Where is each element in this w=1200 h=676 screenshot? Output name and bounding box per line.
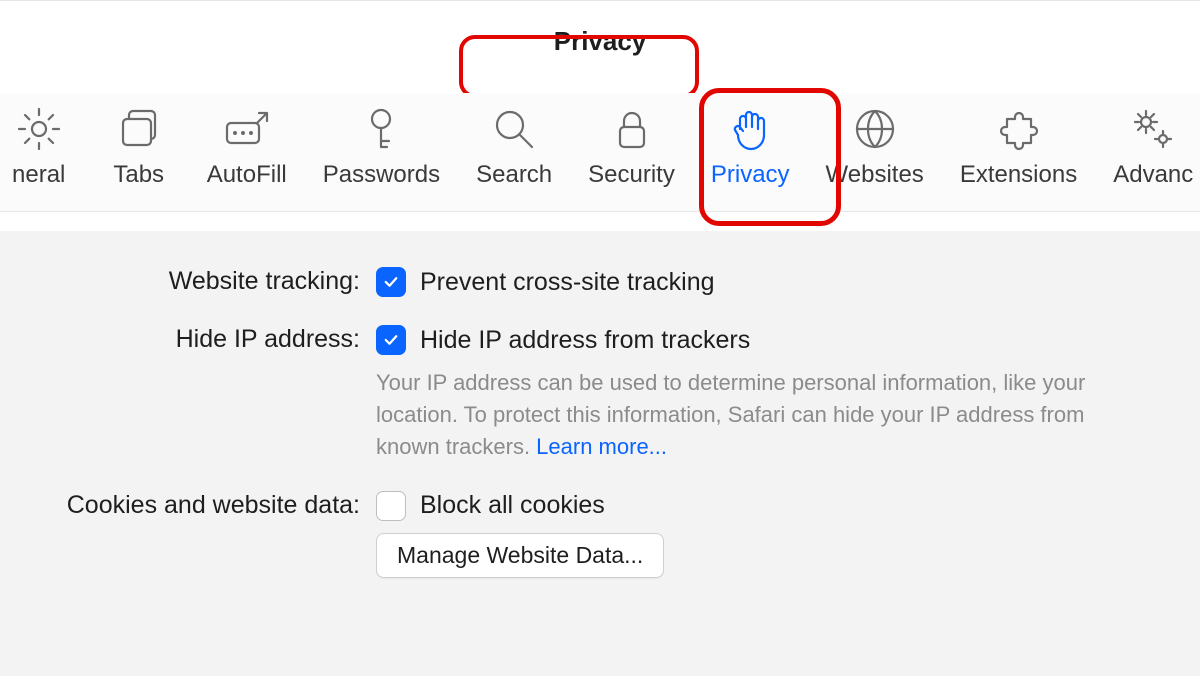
tab-label: Advanc — [1113, 161, 1193, 189]
checkbox-label: Hide IP address from trackers — [420, 326, 750, 355]
preferences-toolbar-area: neral Tabs AutoFill Passwords — [0, 93, 1200, 212]
hide-ip-description: Your IP address can be used to determine… — [376, 367, 1116, 463]
preferences-toolbar: neral Tabs AutoFill Passwords — [0, 93, 1200, 217]
checkbox-label: Block all cookies — [420, 491, 605, 520]
hide-ip-checkbox[interactable]: Hide IP address from trackers — [376, 325, 1160, 355]
cookies-row: Cookies and website data: Block all cook… — [0, 463, 1200, 578]
tab-label: Passwords — [323, 161, 440, 189]
website-tracking-row: Website tracking: Prevent cross-site tra… — [0, 231, 1200, 297]
tab-extensions[interactable]: Extensions — [960, 99, 1077, 189]
hide-ip-row: Hide IP address: Hide IP address from tr… — [0, 297, 1200, 463]
key-icon — [351, 99, 411, 159]
block-all-cookies-checkbox[interactable]: Block all cookies — [376, 491, 1160, 521]
checkbox-indicator — [376, 491, 406, 521]
checkbox-indicator — [376, 325, 406, 355]
checkbox-label: Prevent cross-site tracking — [420, 268, 715, 297]
autofill-icon — [217, 99, 277, 159]
tab-security[interactable]: Security — [588, 99, 675, 189]
tab-label: Security — [588, 161, 675, 189]
tab-advanced[interactable]: Advanc — [1113, 99, 1193, 189]
annotation-privacy-tab-highlight — [699, 88, 841, 226]
tab-label: Tabs — [113, 161, 164, 189]
learn-more-link[interactable]: Learn more... — [536, 434, 667, 459]
tab-label: Search — [476, 161, 552, 189]
annotation-title-highlight — [459, 35, 699, 98]
tab-autofill[interactable]: AutoFill — [207, 99, 287, 189]
tab-passwords[interactable]: Passwords — [323, 99, 440, 189]
gear-icon — [9, 99, 69, 159]
globe-icon — [845, 99, 905, 159]
safari-privacy-preferences: Privacy neral Tabs AutoFill — [0, 0, 1200, 676]
cookies-label: Cookies and website data: — [0, 491, 376, 520]
puzzle-icon — [989, 99, 1049, 159]
gears-icon — [1123, 99, 1183, 159]
tab-tabs[interactable]: Tabs — [107, 99, 171, 189]
tabs-icon — [109, 99, 169, 159]
tab-search[interactable]: Search — [476, 99, 552, 189]
tab-label: Extensions — [960, 161, 1077, 189]
hide-ip-label: Hide IP address: — [0, 325, 376, 354]
tab-label: AutoFill — [207, 161, 287, 189]
privacy-settings-content: Website tracking: Prevent cross-site tra… — [0, 231, 1200, 676]
lock-icon — [602, 99, 662, 159]
search-icon — [484, 99, 544, 159]
tab-general[interactable]: neral — [7, 99, 71, 189]
website-tracking-label: Website tracking: — [0, 267, 376, 296]
prevent-cross-site-tracking-checkbox[interactable]: Prevent cross-site tracking — [376, 267, 1160, 297]
manage-website-data-button[interactable]: Manage Website Data... — [376, 533, 664, 578]
tab-label: neral — [12, 161, 65, 189]
checkbox-indicator — [376, 267, 406, 297]
